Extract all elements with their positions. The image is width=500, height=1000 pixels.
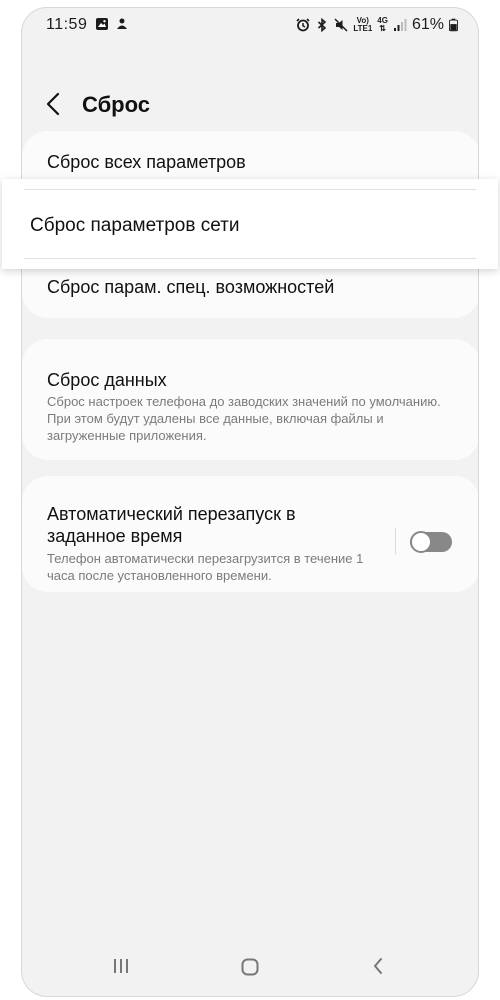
factory-reset-card[interactable]: Сброс данных Сброс настроек телефона до … (22, 339, 478, 460)
status-bar: 11:59 Vo) LTE1 4G ⇅ 61% (22, 8, 478, 44)
battery-icon (449, 18, 458, 32)
divider (24, 189, 476, 190)
page-title: Сброс (82, 92, 151, 117)
nav-back-icon[interactable] (372, 957, 384, 975)
auto-restart-description: Телефон автоматически перезагрузится в т… (47, 551, 364, 583)
divider (395, 528, 396, 554)
status-time: 11:59 (46, 16, 88, 33)
auto-restart-card[interactable]: Автоматический перезапуск в заданное вре… (22, 476, 478, 592)
bixby-notification-icon (117, 18, 127, 29)
mute-icon (334, 18, 348, 32)
divider (24, 258, 476, 259)
factory-reset-title: Сброс данных (47, 370, 167, 390)
toggle-knob (410, 531, 432, 553)
app-header: Сброс (22, 78, 478, 128)
reset-network-settings-item[interactable]: Сброс параметров сети (30, 215, 239, 237)
reset-all-settings-item[interactable]: Сброс всех параметров (47, 152, 246, 173)
navigation-bar (22, 936, 478, 996)
reset-accessibility-item[interactable]: Сброс парам. спец. возможностей (47, 277, 334, 298)
highlighted-menu-item[interactable]: Сброс параметров сети (2, 179, 498, 269)
notification-icons (95, 17, 129, 31)
home-icon[interactable] (241, 958, 259, 976)
bluetooth-icon (318, 18, 327, 32)
phone-screen: 11:59 Vo) LTE1 4G ⇅ 61% Сброс Сброс всех… (21, 7, 479, 997)
status-right-icons: Vo) LTE1 4G ⇅ 61% (296, 16, 458, 34)
back-arrow-icon[interactable] (42, 90, 66, 118)
battery-percent: 61% (411, 16, 444, 33)
auto-restart-title: Автоматический перезапуск в заданное вре… (47, 504, 296, 546)
volte-label: Vo) LTE1 (353, 16, 373, 33)
recents-icon[interactable] (112, 958, 130, 974)
gallery-notification-icon (96, 18, 108, 30)
factory-reset-description: Сброс настроек телефона до заводских зна… (47, 394, 441, 443)
alarm-icon (296, 18, 310, 32)
auto-restart-toggle[interactable] (410, 531, 452, 553)
4g-label: 4G ⇅ (377, 16, 388, 33)
signal-icon (393, 19, 407, 31)
